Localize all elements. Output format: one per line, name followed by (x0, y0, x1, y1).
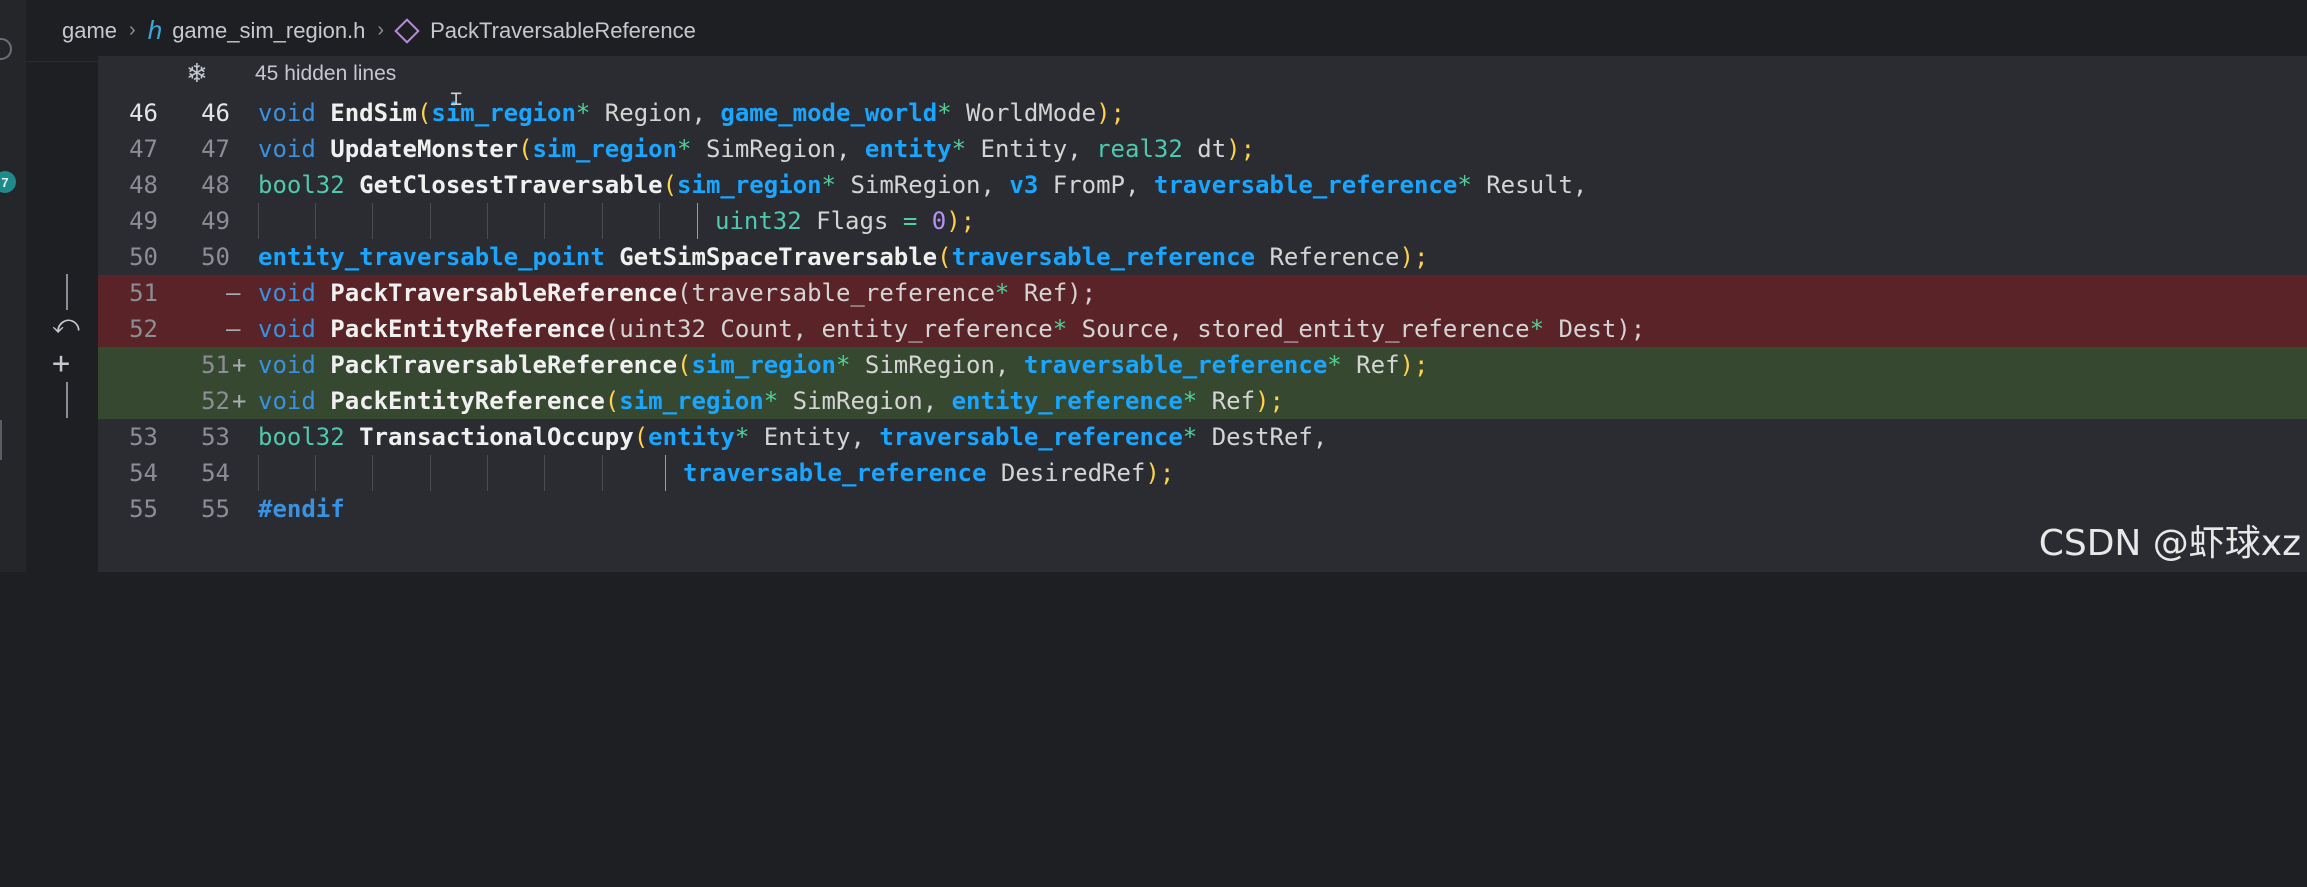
indent-guide (430, 455, 431, 491)
deleted-line[interactable]: 52 — void PackEntityReference(uint32 Cou… (98, 311, 2307, 347)
code-text: void PackEntityReference(sim_region* Sim… (258, 387, 1284, 415)
indent-guide (665, 455, 666, 491)
indent-guide (697, 203, 698, 239)
code-text: void EndSim(sim_region* Region, game_mod… (258, 99, 1126, 127)
code-text: #endif (258, 495, 345, 523)
indent-guide (659, 203, 660, 239)
indent-guide (487, 203, 488, 239)
line-number-old: 51 (129, 279, 158, 307)
code-line[interactable]: 47 47 void UpdateMonster(sim_region* Sim… (98, 131, 2307, 167)
added-line[interactable]: 52 + void PackEntityReference(sim_region… (98, 383, 2307, 419)
line-number-old: 53 (129, 423, 158, 451)
notification-badge[interactable]: 7 (0, 171, 16, 193)
deleted-line[interactable]: 51 — void PackTraversableReference(trave… (98, 275, 2307, 311)
breadcrumb: game › h game_sim_region.h › PackTravers… (26, 0, 2307, 62)
code-text: void PackTraversableReference(traversabl… (258, 279, 1097, 307)
addition-marker: + (232, 387, 247, 415)
line-number-new: 55 (201, 495, 230, 523)
code-text: traversable_reference DesiredRef); (683, 459, 1175, 487)
diff-side-bar (66, 274, 68, 310)
line-number-new: 51 (201, 351, 230, 379)
indent-guide (602, 455, 603, 491)
line-number-new: 46 (201, 99, 230, 127)
line-number-new: 53 (201, 423, 230, 451)
code-line[interactable]: 53 53 bool32 TransactionalOccupy(entity*… (98, 419, 2307, 455)
activity-bar: 7 (0, 0, 27, 572)
watermark: CSDN @虾球xz (2038, 523, 2301, 564)
chevron-right-icon: › (377, 19, 385, 41)
code-text: void PackTraversableReference(sim_region… (258, 351, 1429, 379)
line-number-new: 49 (201, 207, 230, 235)
indent-guide (315, 203, 316, 239)
line-number-old: 49 (129, 207, 158, 235)
chevron-right-icon: › (129, 19, 136, 41)
code-text: bool32 TransactionalOccupy(entity* Entit… (258, 423, 1328, 451)
indent-guide (602, 203, 603, 239)
line-number-old: 52 (129, 315, 158, 343)
line-number-new: 54 (201, 459, 230, 487)
code-text: entity_traversable_point GetSimSpaceTrav… (258, 243, 1429, 271)
indent-guide (487, 455, 488, 491)
indent-guide (258, 455, 259, 491)
indent-guide (430, 203, 431, 239)
indent-guide (315, 455, 316, 491)
line-number-old: 48 (129, 171, 158, 199)
line-number-new: 47 (201, 135, 230, 163)
symbol-icon (394, 17, 420, 44)
line-number-old: 54 (129, 459, 158, 487)
addition-marker: + (232, 351, 247, 379)
line-number-new: 50 (201, 243, 230, 271)
indent-guide (372, 203, 373, 239)
plus-icon[interactable]: + (52, 346, 70, 381)
diff-side-bar (66, 382, 68, 418)
code-line[interactable]: 50 50 entity_traversable_point GetSimSpa… (98, 239, 2307, 275)
breadcrumb-folder[interactable]: game (62, 18, 117, 44)
code-line[interactable]: 55 55 #endif (98, 491, 2307, 527)
line-number-old: 47 (129, 135, 158, 163)
deletion-marker: — (226, 315, 241, 343)
code-line[interactable]: 48 48 bool32 GetClosestTraversable(sim_r… (98, 167, 2307, 203)
activity-indicator (0, 420, 2, 460)
cursor-icon: ⌶ (450, 86, 463, 110)
indent-guide (544, 455, 545, 491)
line-number-old: 46 (129, 99, 158, 127)
line-number-new: 52 (201, 387, 230, 415)
code-text: bool32 GetClosestTraversable(sim_region*… (258, 171, 1588, 199)
code-line[interactable]: 54 54 traversable_reference DesiredRef); (98, 455, 2307, 491)
indent-guide (544, 203, 545, 239)
breadcrumb-file[interactable]: game_sim_region.h (172, 18, 365, 44)
hidden-lines-label: 45 hidden lines (255, 62, 397, 85)
code-text: void UpdateMonster(sim_region* SimRegion… (258, 135, 1256, 163)
code-line[interactable]: 49 49 uint32 Flags = 0); (98, 203, 2307, 239)
indent-guide (372, 455, 373, 491)
revert-icon[interactable]: ⤺ (52, 310, 80, 341)
line-number-old: 55 (129, 495, 158, 523)
code-text: void PackEntityReference(uint32 Count, e… (258, 315, 1646, 343)
added-line[interactable]: 51 + void PackTraversableReference(sim_r… (98, 347, 2307, 383)
code-text: uint32 Flags = 0); (715, 207, 976, 235)
circle-icon[interactable] (0, 38, 12, 60)
h-file-icon: h (147, 15, 163, 45)
indent-guide (258, 203, 259, 239)
line-number-old: 50 (129, 243, 158, 271)
unfold-icon[interactable]: ❄ (186, 58, 208, 89)
line-number-new: 48 (201, 171, 230, 199)
hidden-lines-bar[interactable]: ❄ 45 hidden lines (98, 56, 2307, 94)
code-line[interactable]: 46 46 void EndSim(sim_region* Region, ga… (98, 95, 2307, 131)
deletion-marker: — (226, 279, 241, 307)
breadcrumb-symbol[interactable]: PackTraversableReference (430, 18, 696, 44)
